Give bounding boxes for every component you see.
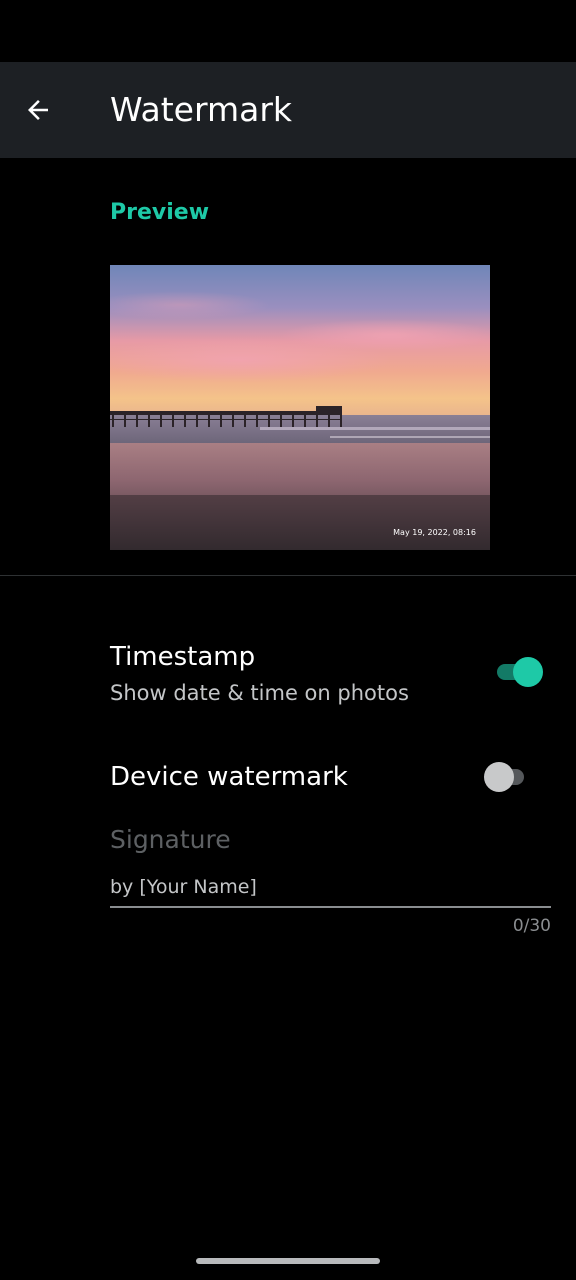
- arrow-back-icon: [28, 100, 48, 120]
- section-divider: [0, 575, 576, 576]
- signature-input[interactable]: [110, 868, 551, 908]
- device-watermark-toggle[interactable]: [484, 761, 536, 793]
- signature-char-counter: 0/30: [512, 916, 551, 936]
- toggle-thumb: [513, 657, 543, 687]
- sunset-pier-photo: [110, 265, 490, 550]
- timestamp-title: Timestamp: [110, 642, 256, 672]
- back-button[interactable]: [14, 86, 62, 134]
- status-bar: [0, 0, 576, 62]
- preview-timestamp-text: May 19, 2022, 08:16: [393, 528, 476, 537]
- preview-section-title: Preview: [110, 200, 210, 225]
- toggle-thumb: [484, 762, 514, 792]
- page-title: Watermark: [110, 90, 293, 129]
- watermark-preview-image: May 19, 2022, 08:16: [110, 265, 490, 550]
- timestamp-summary: Show date & time on photos: [110, 681, 409, 705]
- app-bar: Watermark: [0, 62, 576, 158]
- signature-label: Signature: [110, 825, 231, 854]
- timestamp-toggle[interactable]: [495, 656, 547, 688]
- device-watermark-title: Device watermark: [110, 762, 348, 792]
- gesture-navigation-handle[interactable]: [196, 1258, 380, 1264]
